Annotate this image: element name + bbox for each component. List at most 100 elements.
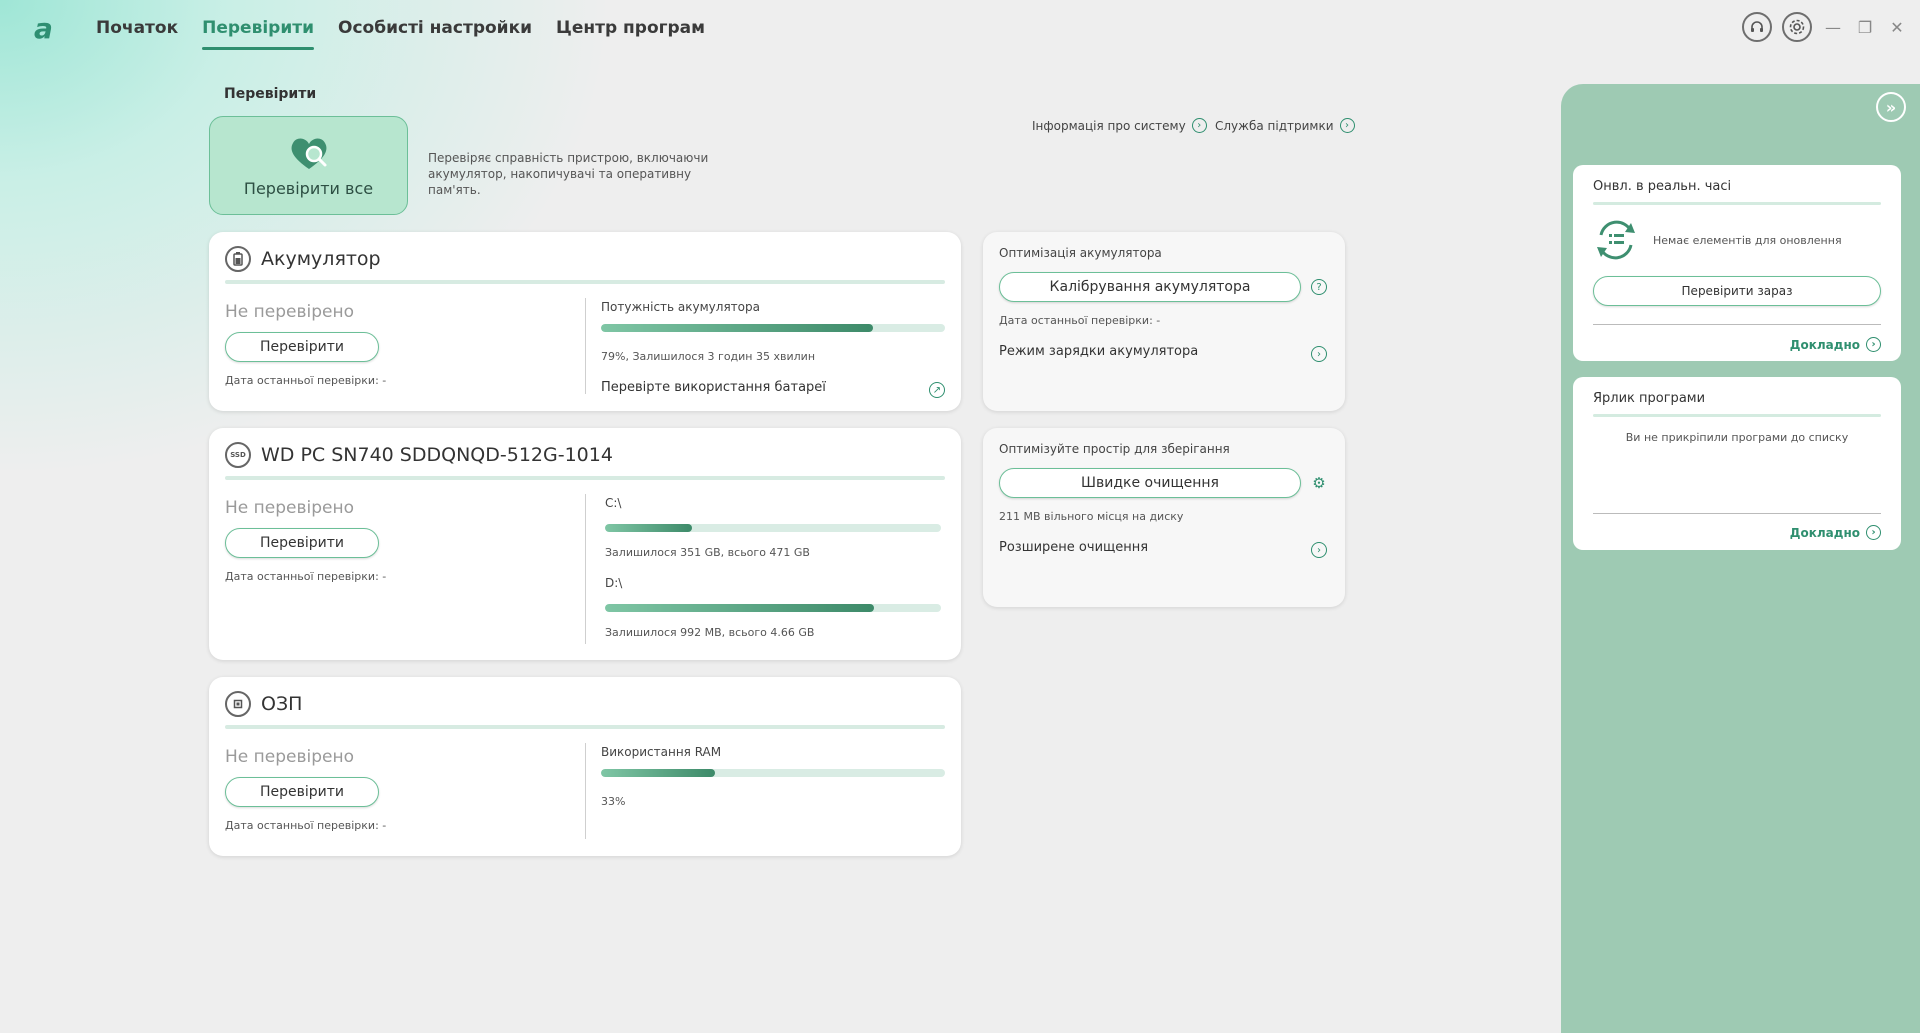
battery-icon	[225, 246, 251, 272]
battery-card-title: Акумулятор	[225, 246, 381, 272]
tab-check[interactable]: Перевірити	[202, 18, 314, 50]
chevron-right-icon: ›	[1339, 118, 1355, 133]
updates-title: Онвл. в реальн. часі	[1593, 179, 1732, 194]
check-now-button[interactable]: Перевірити зараз	[1593, 276, 1881, 306]
battery-optimization-card: Оптимізація акумулятора Калібрування аку…	[983, 232, 1345, 411]
chevron-right-icon: ›	[1866, 525, 1881, 540]
drive-d-info: Залишилося 992 MB, всього 4.66 GB	[605, 626, 815, 639]
ram-usage-fill	[601, 769, 715, 777]
tab-personal-settings[interactable]: Особисті настройки	[338, 18, 532, 50]
window-controls: — ❐ ✕	[1742, 12, 1908, 42]
ram-usage-info: 33%	[601, 795, 626, 808]
main-nav: Початок Перевірити Особисті настройки Це…	[96, 18, 729, 50]
vertical-divider	[585, 494, 586, 644]
app-logo: a	[34, 12, 53, 45]
minimize-icon[interactable]: —	[1822, 16, 1844, 38]
disk-title-text: WD PC SN740 SDDQNQD-512G-1014	[261, 444, 613, 466]
ram-check-button[interactable]: Перевірити	[225, 777, 379, 807]
title-divider	[225, 725, 945, 729]
battery-power-label: Потужність акумулятора	[601, 300, 760, 314]
gear-icon[interactable]: ⚙	[1311, 474, 1327, 492]
battery-usage-link[interactable]: Перевірте використання батареї	[601, 380, 826, 395]
headset-icon[interactable]	[1742, 12, 1772, 42]
title-divider	[225, 280, 945, 284]
shortcuts-more-link[interactable]: Докладно ›	[1790, 525, 1881, 540]
ram-card-title: ОЗП	[225, 691, 302, 717]
chevron-right-icon[interactable]: ›	[1311, 346, 1327, 362]
disk-card-title: SSD WD PC SN740 SDDQNQD-512G-1014	[225, 442, 613, 468]
battery-card: Акумулятор Не перевірено Перевірити Дата…	[209, 232, 961, 411]
shortcuts-empty-text: Ви не прикріпили програми до списку	[1625, 431, 1849, 444]
chevron-right-icon: ›	[1191, 118, 1207, 133]
ram-card: ОЗП Не перевірено Перевірити Дата останн…	[209, 677, 961, 856]
restore-icon[interactable]: ❐	[1854, 16, 1876, 38]
support-link[interactable]: Служба підтримки ›	[1215, 118, 1355, 133]
page-title: Перевірити	[224, 86, 317, 102]
advanced-clean-link[interactable]: Розширене очищення	[999, 540, 1148, 555]
tab-app-center[interactable]: Центр програм	[556, 18, 705, 50]
battery-title-text: Акумулятор	[261, 248, 381, 270]
divider	[1593, 513, 1881, 514]
battery-opt-title: Оптимізація акумулятора	[999, 246, 1162, 260]
heart-search-icon	[291, 138, 326, 169]
ssd-icon: SSD	[225, 442, 251, 468]
battery-power-info: 79%, Залишилося 3 годин 35 хвилин	[601, 350, 816, 363]
help-icon[interactable]: ?	[1311, 279, 1327, 295]
drive-c-info: Залишилося 351 GB, всього 471 GB	[605, 546, 810, 559]
disk-check-button[interactable]: Перевірити	[225, 528, 379, 558]
disk-card: SSD WD PC SN740 SDDQNQD-512G-1014 Не пер…	[209, 428, 961, 660]
vertical-divider	[585, 743, 586, 839]
chevron-right-icon: ›	[1866, 337, 1881, 352]
shortcuts-more-label: Докладно	[1789, 525, 1860, 540]
close-icon[interactable]: ✕	[1886, 16, 1908, 38]
battery-last-check: Дата останньої перевірки: -	[225, 374, 387, 387]
chevron-right-icon[interactable]: ›	[1311, 542, 1327, 558]
drive-d-bar	[605, 604, 941, 612]
system-info-label: Інформація про систему	[1032, 118, 1186, 133]
side-panel: » Онвл. в реальн. часі Немає елементів д…	[1561, 84, 1920, 1033]
quick-clean-button[interactable]: Швидке очищення	[999, 468, 1301, 498]
drive-c-bar	[605, 524, 941, 532]
ram-usage-label: Використання RAM	[601, 745, 722, 759]
vertical-divider	[585, 298, 586, 394]
drive-c-fill	[605, 524, 693, 532]
system-info-link[interactable]: Інформація про систему ›	[1032, 118, 1207, 133]
disk-last-check: Дата останньої перевірки: -	[225, 570, 387, 583]
battery-check-button[interactable]: Перевірити	[225, 332, 379, 362]
title-divider	[225, 476, 945, 480]
shortcuts-title: Ярлик програми	[1593, 391, 1706, 406]
external-link-icon[interactable]: ↗	[929, 382, 945, 398]
ram-status: Не перевірено	[225, 747, 354, 767]
title-divider	[1593, 202, 1881, 205]
storage-optimization-card: Оптимізуйте простір для зберігання Швидк…	[983, 428, 1345, 607]
updates-more-link[interactable]: Докладно ›	[1790, 337, 1881, 352]
updates-more-label: Докладно	[1789, 337, 1860, 352]
charge-mode-link[interactable]: Режим зарядки акумулятора	[999, 344, 1198, 359]
app-shortcuts-card: Ярлик програми Ви не прикріпили програми…	[1573, 377, 1901, 550]
sync-list-icon	[1597, 220, 1635, 260]
drive-c-label: C:\	[605, 496, 622, 510]
storage-opt-title: Оптимізуйте простір для зберігання	[999, 442, 1230, 456]
realtime-updates-card: Онвл. в реальн. часі Немає елементів для…	[1573, 165, 1901, 361]
ram-last-check: Дата останньої перевірки: -	[225, 819, 387, 832]
check-all-description: Перевіряє справність пристрою, включаючи…	[428, 151, 709, 197]
title-divider	[1593, 414, 1881, 417]
ram-title-text: ОЗП	[261, 693, 303, 715]
disk-status: Не перевірено	[225, 498, 354, 518]
drive-d-label: D:\	[605, 576, 623, 590]
support-label: Служба підтримки	[1215, 118, 1334, 133]
tab-home[interactable]: Початок	[96, 18, 178, 50]
chip-icon	[225, 691, 251, 717]
double-chevron-right-icon[interactable]: »	[1876, 92, 1906, 122]
calibrate-battery-button[interactable]: Калібрування акумулятора	[999, 272, 1301, 302]
gear-icon[interactable]	[1782, 12, 1812, 42]
updates-empty-text: Немає елементів для оновлення	[1653, 234, 1842, 247]
free-space-info: 211 MB вільного місця на диску	[999, 510, 1184, 523]
divider	[1593, 324, 1881, 325]
drive-d-fill	[605, 604, 874, 612]
battery-status: Не перевірено	[225, 302, 354, 322]
battery-power-bar	[601, 324, 945, 332]
battery-opt-last-check: Дата останньої перевірки: -	[999, 314, 1161, 327]
check-all-button[interactable]: Перевірити все	[209, 116, 408, 215]
ram-usage-bar	[601, 769, 945, 777]
